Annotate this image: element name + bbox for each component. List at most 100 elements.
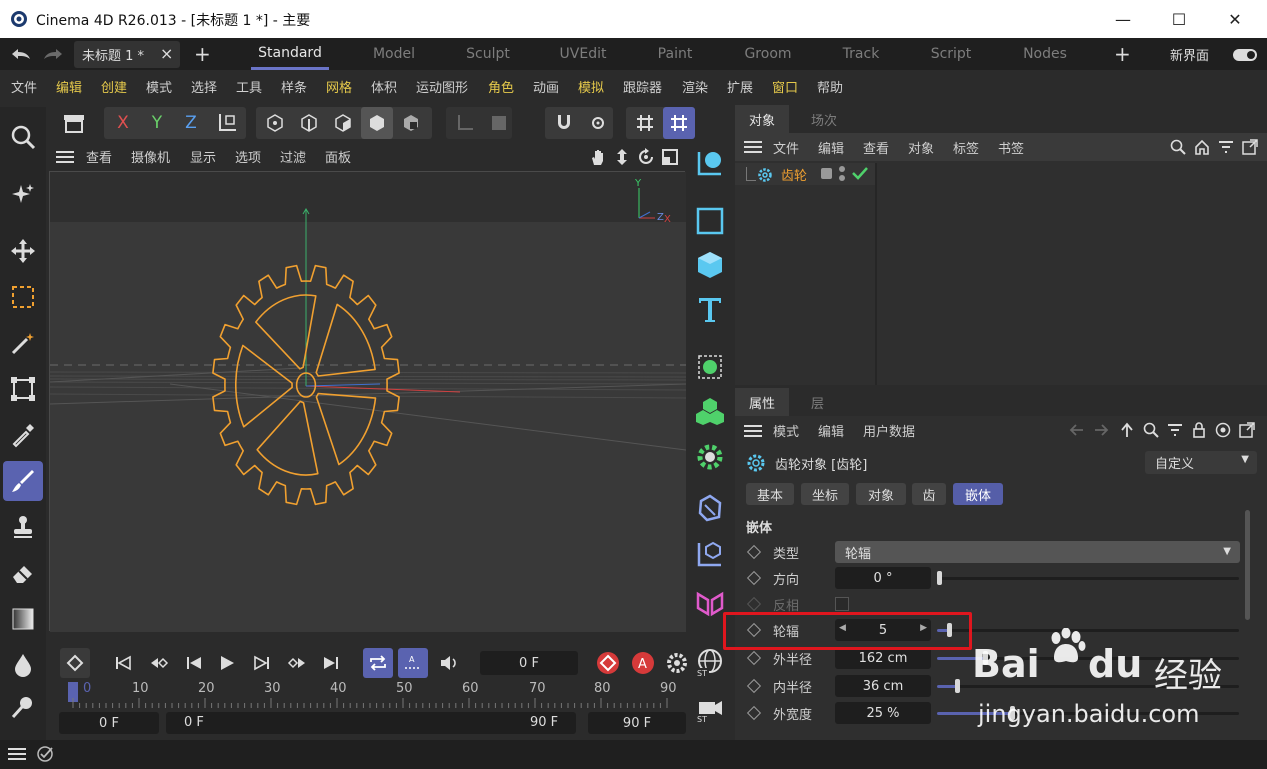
sound-icon[interactable] bbox=[434, 648, 464, 678]
object-name-gear[interactable]: 齿轮 bbox=[781, 165, 807, 184]
next-key-icon[interactable] bbox=[282, 648, 312, 678]
timeline-ruler[interactable]: 0 10 20 30 40 50 60 70 80 90 bbox=[68, 680, 677, 710]
attribute-menu-icon[interactable] bbox=[744, 424, 762, 438]
tab-objects[interactable]: 对象 bbox=[735, 105, 790, 133]
visibility-editor-dot-icon[interactable] bbox=[839, 166, 845, 172]
menu-window[interactable]: 窗口 bbox=[772, 70, 798, 103]
subdivision-surface-icon[interactable] bbox=[690, 347, 730, 387]
type-dropdown[interactable]: 轮辐 ▼ bbox=[835, 541, 1240, 563]
spline-rectangle-icon[interactable] bbox=[690, 201, 730, 241]
direction-slider-knob[interactable] bbox=[937, 571, 942, 585]
tab-script[interactable]: Script bbox=[912, 38, 990, 70]
solo-icon[interactable] bbox=[483, 107, 515, 139]
eyedropper-icon[interactable] bbox=[3, 415, 43, 455]
stamp-icon[interactable] bbox=[3, 507, 43, 547]
fill-drop-icon[interactable] bbox=[3, 645, 43, 685]
previous-frame-icon[interactable] bbox=[179, 648, 209, 678]
undo-icon[interactable] bbox=[10, 38, 32, 70]
field-icon[interactable] bbox=[690, 534, 730, 574]
gear-effector-icon[interactable] bbox=[690, 437, 730, 477]
3d-viewport[interactable]: Y Z X bbox=[49, 171, 686, 632]
subtab-basic[interactable]: 基本 bbox=[746, 483, 794, 505]
minimize-button[interactable]: — bbox=[1095, 0, 1151, 38]
keyframe-diamond-icon[interactable] bbox=[746, 650, 762, 666]
null-object-icon[interactable] bbox=[690, 143, 730, 183]
om-new-window-icon[interactable] bbox=[1242, 139, 1258, 155]
menu-help[interactable]: 帮助 bbox=[817, 70, 843, 103]
subtab-teeth[interactable]: 齿 bbox=[912, 483, 946, 505]
om-menu-object[interactable]: 对象 bbox=[908, 133, 934, 161]
object-row-gear[interactable]: 齿轮 bbox=[735, 163, 875, 185]
menu-mograph[interactable]: 运动图形 bbox=[416, 70, 468, 103]
dolly-arrows-icon[interactable] bbox=[613, 148, 631, 166]
tab-layers[interactable]: 层 bbox=[797, 388, 838, 416]
redo-icon[interactable] bbox=[42, 38, 64, 70]
attr-filter-icon[interactable] bbox=[1167, 422, 1183, 438]
up-arrow-icon[interactable] bbox=[1119, 422, 1135, 438]
direction-field[interactable]: 0 ° bbox=[835, 567, 931, 589]
maximize-view-icon[interactable] bbox=[661, 148, 679, 166]
pan-hand-icon[interactable] bbox=[589, 148, 607, 166]
move-icon[interactable] bbox=[3, 231, 43, 271]
tab-paint[interactable]: Paint bbox=[636, 38, 714, 70]
om-filter-icon[interactable] bbox=[1218, 139, 1234, 155]
target-icon[interactable] bbox=[1215, 422, 1231, 438]
smudge-icon[interactable] bbox=[3, 687, 43, 727]
menu-file[interactable]: 文件 bbox=[11, 70, 37, 103]
tab-takes[interactable]: 场次 bbox=[797, 105, 851, 133]
quantize-icon[interactable] bbox=[663, 107, 695, 139]
inner-radius-slider-knob[interactable] bbox=[955, 679, 960, 693]
cube-primitive-icon[interactable] bbox=[690, 245, 730, 285]
lock-x-axis-button[interactable]: X bbox=[107, 107, 139, 139]
status-check-icon[interactable] bbox=[36, 745, 54, 763]
document-tab[interactable]: 未标题 1 * × bbox=[74, 41, 180, 68]
enabled-check-icon[interactable] bbox=[851, 165, 869, 181]
edit-tag-icon[interactable] bbox=[821, 168, 832, 179]
tab-nodes[interactable]: Nodes bbox=[1006, 38, 1084, 70]
menu-spline[interactable]: 样条 bbox=[281, 70, 307, 103]
workplane-icon[interactable] bbox=[449, 107, 481, 139]
subtab-coord[interactable]: 坐标 bbox=[801, 483, 849, 505]
go-to-end-icon[interactable] bbox=[316, 648, 346, 678]
snap-settings-icon[interactable] bbox=[582, 107, 614, 139]
current-frame-field[interactable]: 0 F bbox=[480, 651, 578, 675]
om-menu-tags[interactable]: 标签 bbox=[953, 133, 979, 161]
keyframe-settings-gear-icon[interactable] bbox=[662, 648, 692, 678]
live-selection-sparkle-icon[interactable] bbox=[3, 175, 43, 215]
close-tab-icon[interactable]: × bbox=[160, 44, 173, 63]
viewport-menu-display[interactable]: 显示 bbox=[190, 143, 216, 170]
menu-extensions[interactable]: 扩展 bbox=[727, 70, 753, 103]
previous-key-icon[interactable] bbox=[144, 648, 174, 678]
rectangle-selection-icon[interactable] bbox=[3, 277, 43, 317]
keyframe-diamond-button[interactable] bbox=[60, 648, 90, 678]
points-mode-icon[interactable] bbox=[259, 107, 291, 139]
autokey-icon[interactable]: A bbox=[628, 648, 658, 678]
menu-character[interactable]: 角色 bbox=[488, 70, 514, 103]
viewport-menu-camera[interactable]: 摄像机 bbox=[131, 143, 170, 170]
loop-icon[interactable] bbox=[363, 648, 393, 678]
range-slider[interactable]: 0 F 90 F bbox=[166, 712, 576, 734]
subtab-embed[interactable]: 嵌体 bbox=[953, 483, 1003, 505]
lock-y-axis-button[interactable]: Y bbox=[141, 107, 173, 139]
playback-rate-icon[interactable]: A bbox=[398, 648, 428, 678]
add-document-button[interactable]: + bbox=[194, 38, 211, 70]
add-layout-button[interactable]: + bbox=[1114, 38, 1131, 70]
start-frame-field[interactable]: 0 F bbox=[59, 712, 159, 734]
attr-new-window-icon[interactable] bbox=[1239, 422, 1255, 438]
om-search-icon[interactable] bbox=[1170, 139, 1186, 155]
viewport-menu-filter[interactable]: 过滤 bbox=[280, 143, 306, 170]
viewport-menu-panel[interactable]: 面板 bbox=[325, 143, 351, 170]
keyframe-diamond-icon[interactable] bbox=[746, 705, 762, 721]
attr-menu-edit[interactable]: 编辑 bbox=[818, 416, 844, 444]
back-arrow-icon[interactable] bbox=[1069, 422, 1085, 438]
om-menu-edit[interactable]: 编辑 bbox=[818, 133, 844, 161]
tab-uvedit[interactable]: UVEdit bbox=[544, 38, 622, 70]
menu-tools[interactable]: 工具 bbox=[236, 70, 262, 103]
attr-menu-mode[interactable]: 模式 bbox=[773, 416, 799, 444]
keyframe-diamond-icon[interactable] bbox=[746, 678, 762, 694]
model-mode-icon[interactable] bbox=[361, 107, 393, 139]
tab-attributes[interactable]: 属性 bbox=[735, 388, 790, 416]
polygons-mode-icon[interactable] bbox=[327, 107, 359, 139]
outer-width-field[interactable]: 25 % bbox=[835, 702, 931, 724]
go-to-start-icon[interactable] bbox=[108, 648, 138, 678]
